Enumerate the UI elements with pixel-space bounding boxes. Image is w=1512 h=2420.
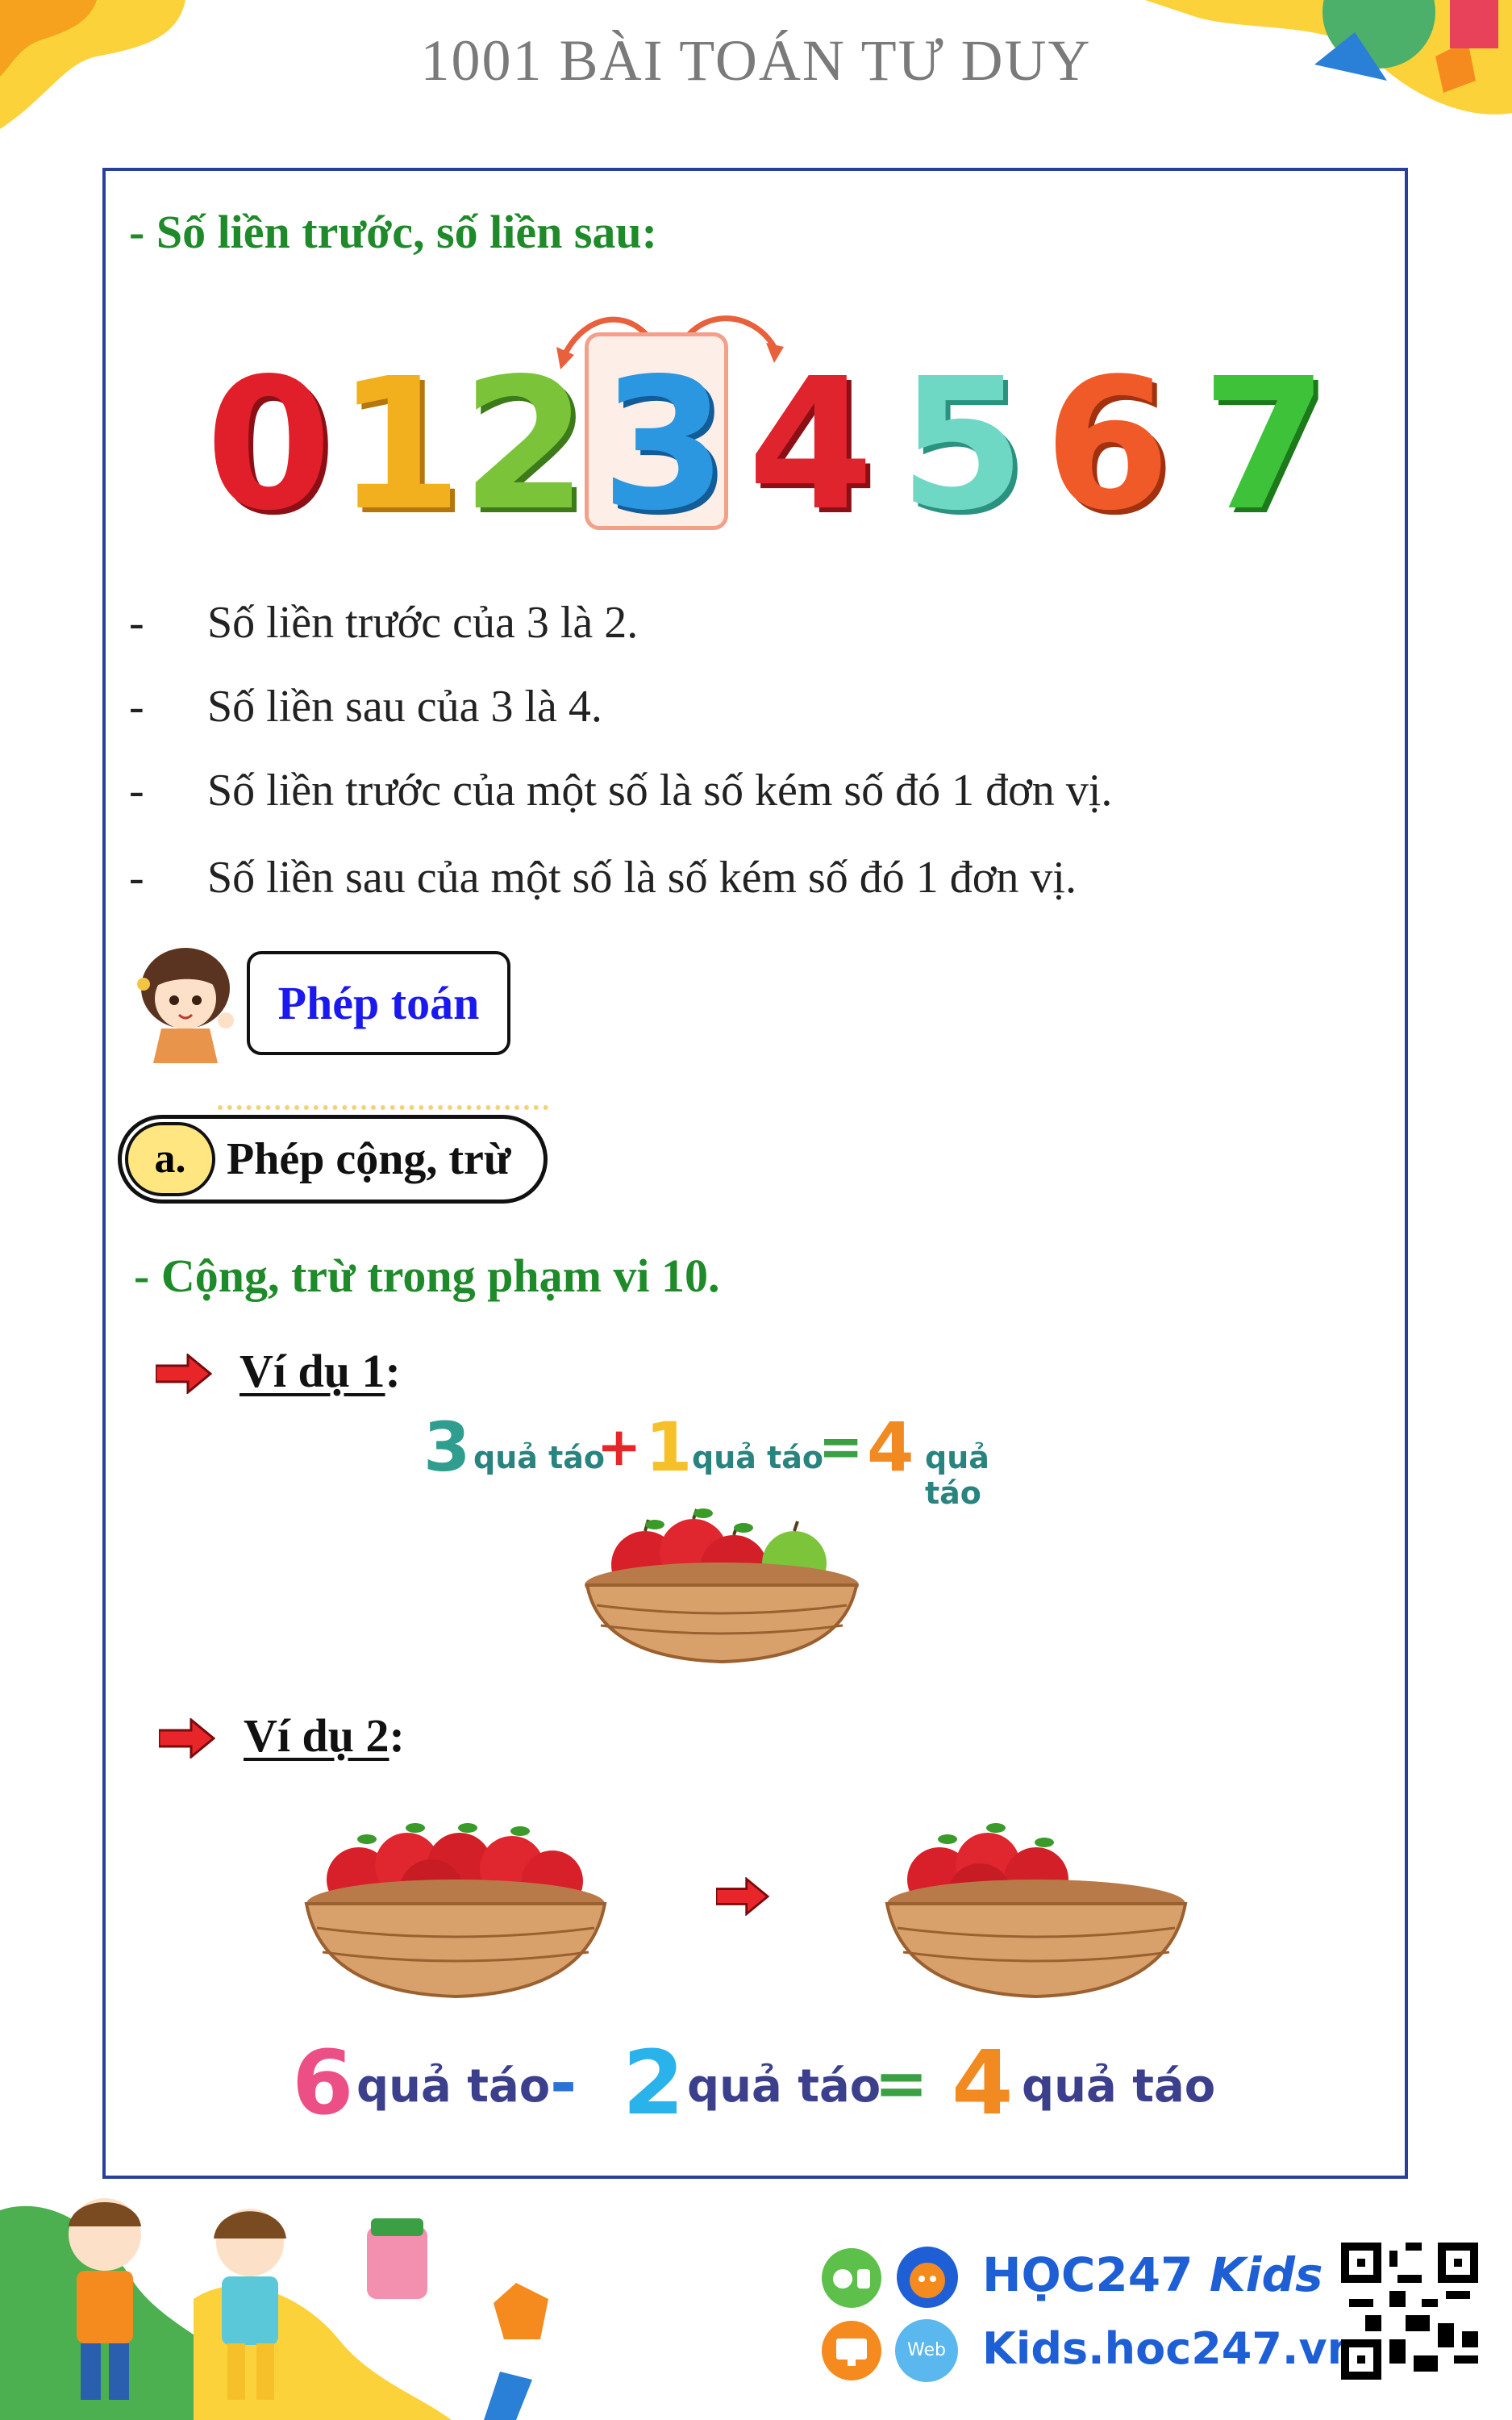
red-arrow-icon (716, 1877, 769, 1916)
example1-b: 1 (645, 1408, 693, 1487)
bullet-dash: - (129, 853, 144, 903)
example1-c-unit: quả táo (925, 1440, 989, 1511)
example2-a: 6 (292, 2031, 354, 2134)
example2-c: 4 (952, 2031, 1014, 2134)
example1-colon: : (385, 1345, 401, 1397)
mascot-logo-icon (897, 2247, 958, 2308)
apple-basket-icon (585, 1508, 859, 1664)
example1-title-text: Ví dụ 1 (240, 1345, 385, 1397)
example1-c: 4 (867, 1408, 914, 1487)
qr-code-icon (1341, 2243, 1478, 2380)
range-heading: - Cộng, trừ trong phạm vi 10. (134, 1250, 720, 1302)
digit-7: 7 (1202, 340, 1328, 551)
example2-c-unit: quả táo (1022, 2060, 1216, 2113)
app-store-icon (822, 2248, 881, 2308)
digit-4: 4 (748, 340, 874, 551)
subsection-label: Phép cộng, trừ (227, 1134, 511, 1184)
example2-b: 2 (623, 2031, 685, 2134)
digit-2: 2 (461, 340, 588, 551)
brand-hoc247: HỌC247 (982, 2247, 1193, 2302)
brand-logo: HỌC247 Kids (982, 2247, 1323, 2302)
digit-1: 1 (336, 340, 463, 551)
number-row: 0 1 2 3 4 5 6 7 (206, 355, 1351, 536)
example2-equation: 6 quả táo - 2 quả táo = 4 quả táo (292, 2031, 1219, 2134)
desktop-icon (822, 2321, 881, 2380)
bullet-item: - Số liền sau của 3 là 4. (129, 681, 1339, 737)
bullet-text: Số liền sau của một số là số kém số đó 1… (207, 853, 1077, 903)
apple-basket-icon (885, 1823, 1188, 1999)
example1-op: + (597, 1416, 642, 1478)
digit-6: 6 (1044, 340, 1171, 551)
topic-label: Phép toán (277, 977, 480, 1029)
example2-b-unit: quả táo (687, 2060, 881, 2113)
bullet-dash: - (129, 598, 144, 648)
subsection-badge: a. (125, 1122, 215, 1196)
example1-title: Ví dụ 1: (240, 1344, 401, 1398)
digit-3: 3 (601, 340, 727, 551)
bullet-dash: - (129, 682, 144, 732)
example2-eq: = (874, 2046, 929, 2121)
example2-title-text: Ví dụ 2 (244, 1709, 389, 1762)
red-arrow-icon (156, 1354, 212, 1394)
example1-b-unit: quả táo (692, 1440, 824, 1475)
bullet-item: - Số liền trước của một số là số kém số … (129, 765, 1339, 821)
example2-title: Ví dụ 2: (244, 1709, 405, 1763)
page-title: 1001 BÀI TOÁN TƯ DUY (420, 28, 1092, 93)
bullet-text: Số liền trước của một số là số kém số đó… (207, 766, 1113, 816)
subsection-box: a. Phép cộng, trừ (118, 1115, 548, 1204)
footer-kids-illustration (0, 2198, 548, 2420)
example1-a: 3 (423, 1408, 471, 1487)
example2-op: - (550, 2046, 577, 2121)
bullet-item: - Số liền trước của 3 là 2. (129, 597, 1339, 653)
digit-5: 5 (899, 340, 1026, 551)
section-heading-predecessor-successor: - Số liền trước, số liền sau: (129, 206, 657, 258)
brand-kids: Kids (1209, 2247, 1323, 2302)
example1-eq: = (818, 1416, 864, 1478)
example1-equation: 3 quả táo + 1 quả táo = 4 quả táo (423, 1408, 1052, 1511)
red-arrow-icon (159, 1718, 215, 1759)
bullet-dash: - (129, 766, 144, 816)
bullet-text: Số liền trước của 3 là 2. (207, 598, 639, 648)
example2-colon: : (389, 1709, 405, 1762)
bullet-text: Số liền sau của 3 là 4. (207, 682, 602, 732)
website-url[interactable]: Kids.hoc247.vn (982, 2323, 1358, 2374)
example2-a-unit: quả táo (356, 2060, 551, 2113)
example1-a-unit: quả táo (473, 1440, 606, 1475)
apple-basket-icon (304, 1823, 607, 1999)
bullet-item: - Số liền sau của một số là số kém số đó… (129, 852, 1339, 908)
girl-mascot-icon (137, 948, 234, 1063)
digit-0: 0 (206, 340, 332, 551)
topic-box: Phép toán (247, 951, 510, 1055)
web-badge-icon: Web (895, 2319, 958, 2382)
decorative-dots (218, 1105, 548, 1110)
